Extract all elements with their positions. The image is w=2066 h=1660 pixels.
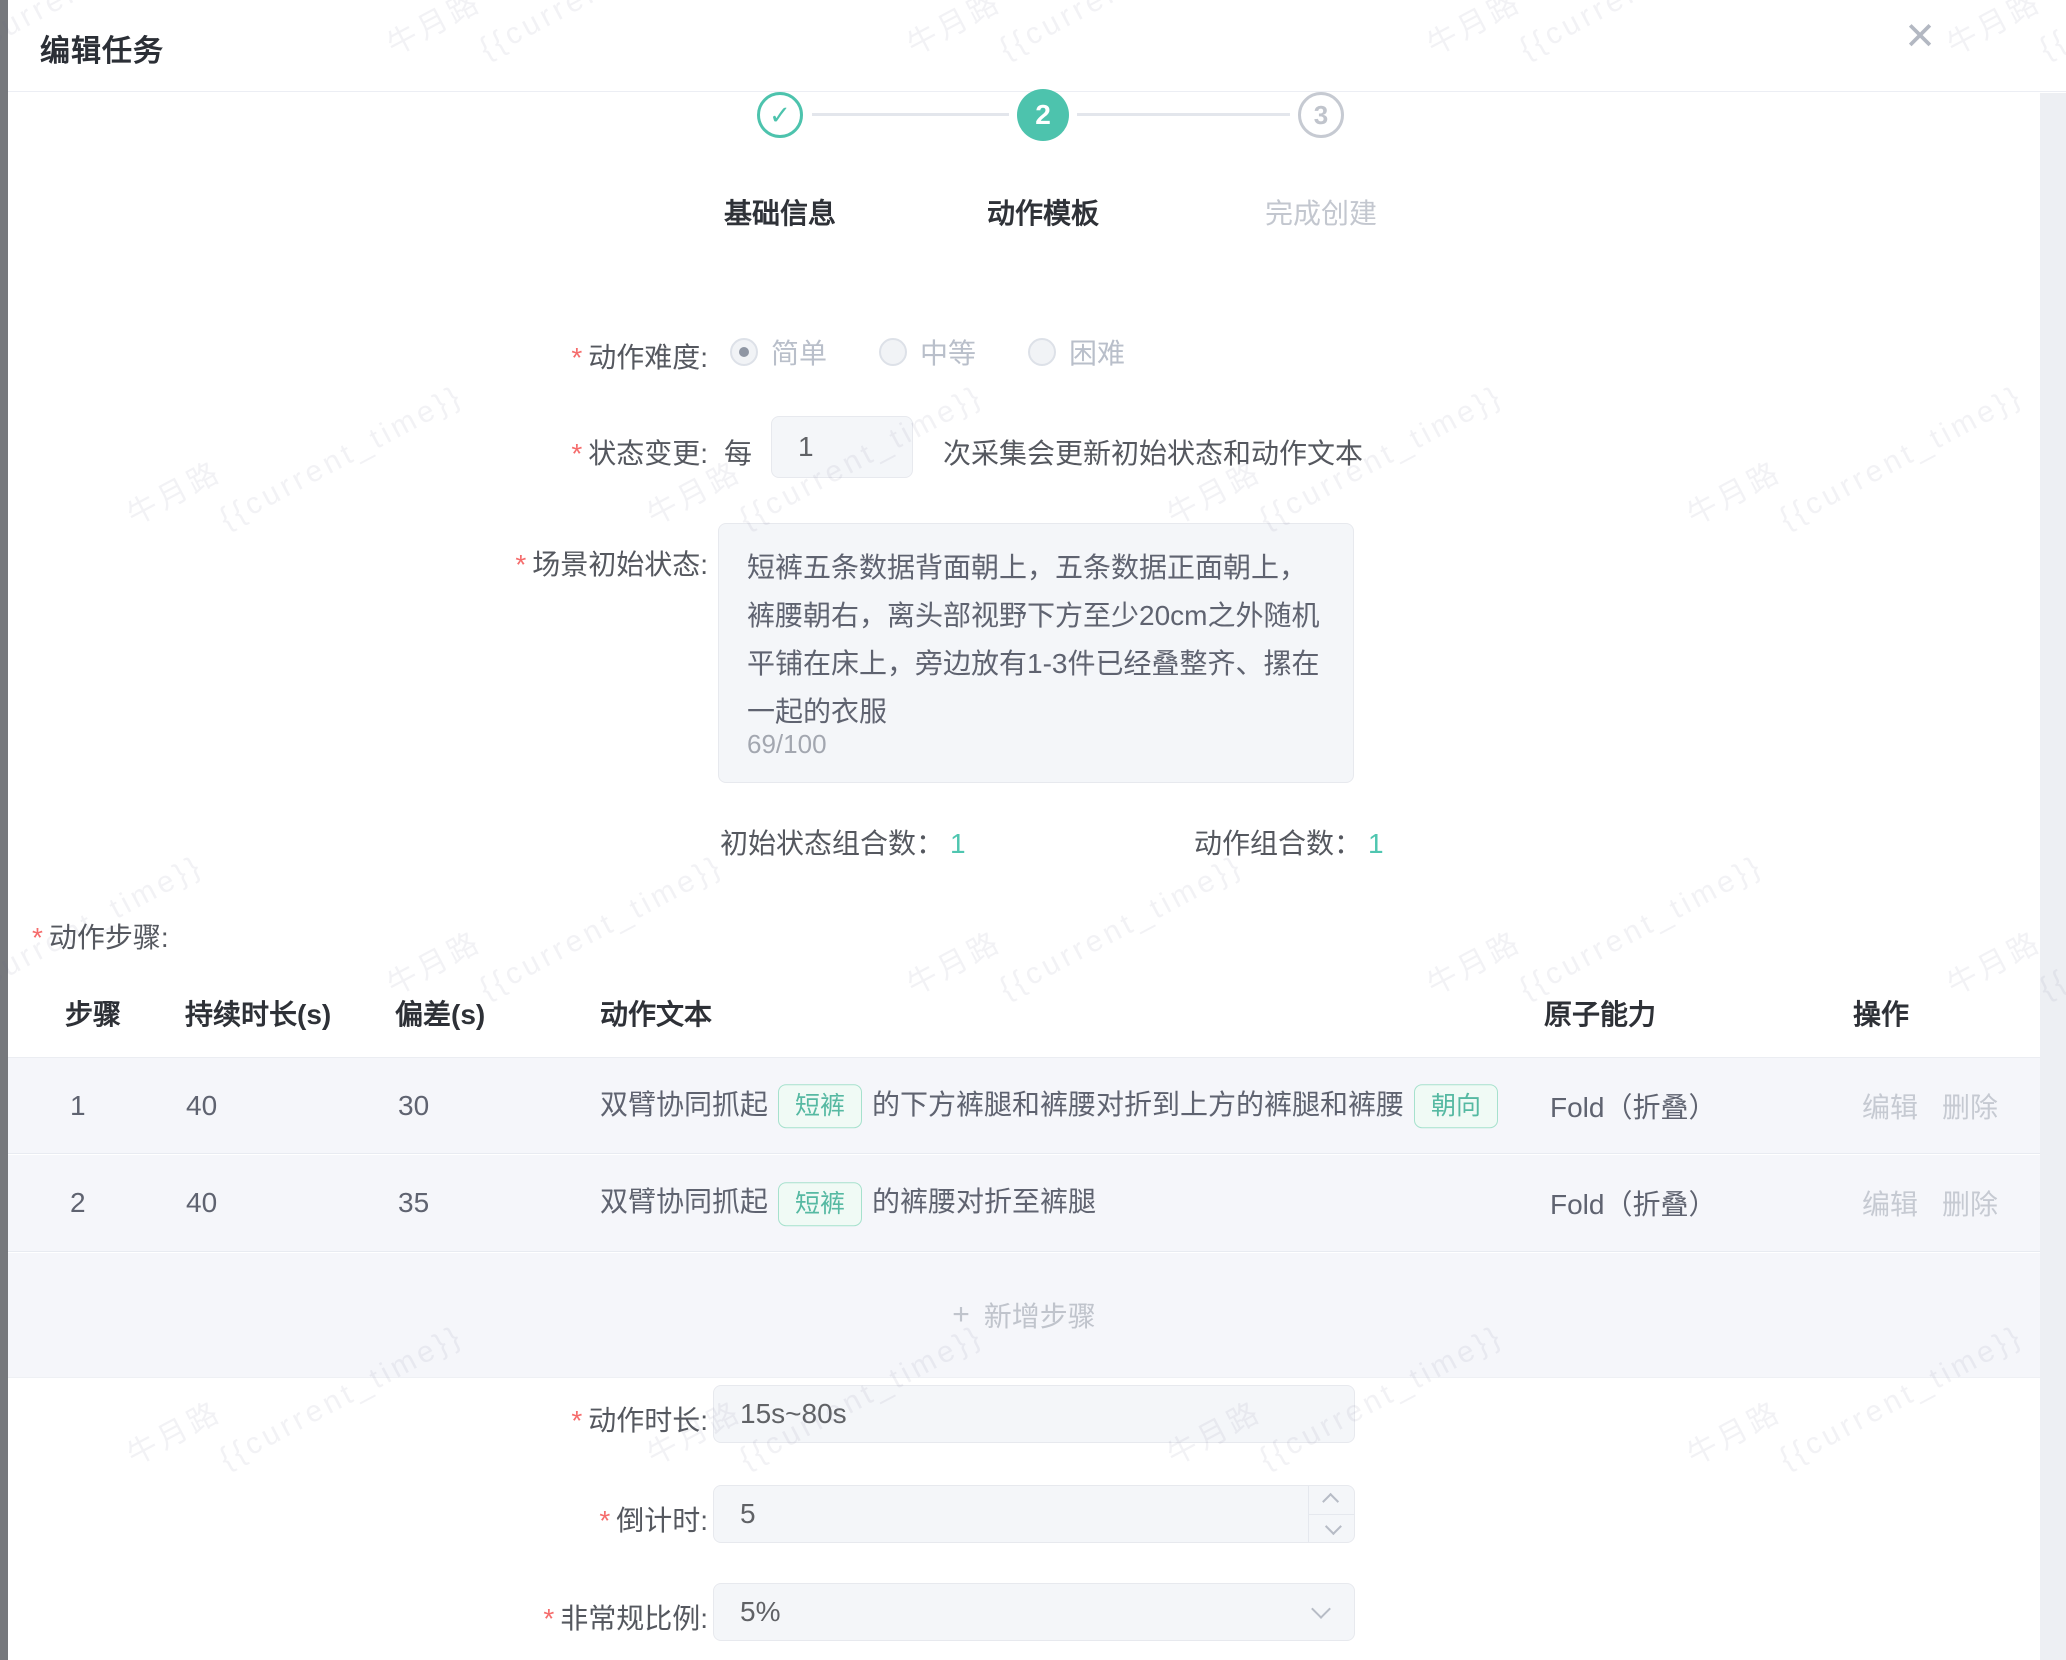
cell-operations: 编辑删除	[1862, 1183, 1998, 1223]
page-right-edge	[2040, 93, 2066, 1660]
chevron-up-icon	[1322, 1493, 1339, 1510]
step-2-label: 动作模板	[987, 192, 1099, 232]
table-header: 步骤 持续时长(s) 偏差(s) 动作文本 原子能力 操作	[8, 985, 2040, 1035]
state-change-input[interactable]: 1	[771, 416, 913, 478]
char-counter: 69/100	[747, 720, 827, 768]
col-deviation: 偏差(s)	[395, 993, 485, 1033]
required-mark: *	[571, 342, 582, 373]
cell-action-text: 双臂协同抓起短裤的裤腰对折至裤腿	[600, 1180, 1096, 1226]
initial-combo-value: 1	[950, 828, 966, 859]
cell-duration: 40	[186, 1090, 217, 1122]
step-indicator: ✓ 2 3 基础信息 动作模板 完成创建	[8, 0, 2040, 240]
orientation-tag: 朝向	[1414, 1084, 1498, 1128]
radio-medium[interactable]: 中等	[879, 332, 976, 372]
required-mark: *	[543, 1603, 554, 1634]
col-duration: 持续时长(s)	[185, 993, 331, 1033]
difficulty-label: *动作难度:	[208, 336, 708, 376]
step-2-circle: 2	[1017, 89, 1069, 141]
initial-state-text: 短裤五条数据背面朝上，五条数据正面朝上，裤腰朝右，离头部视野下方至少20cm之外…	[747, 552, 1319, 727]
step-3-circle: 3	[1298, 92, 1344, 138]
delete-link[interactable]: 删除	[1942, 1189, 1998, 1220]
state-change-prefix: 每	[724, 432, 752, 472]
spinner-up-button[interactable]	[1309, 1486, 1354, 1514]
difficulty-row: *动作难度: 简单 中等 困难	[8, 332, 2040, 372]
table-row: 1 40 30 双臂协同抓起短裤的下方裤腿和裤腰对折到上方的裤腿和裤腰朝向 Fo…	[8, 1057, 2040, 1154]
col-ability: 原子能力	[1544, 993, 1656, 1033]
page-left-edge	[0, 0, 8, 1660]
countdown-input[interactable]: 5	[713, 1485, 1355, 1543]
initial-state-row: *场景初始状态: 短裤五条数据背面朝上，五条数据正面朝上，裤腰朝右，离头部视野下…	[8, 523, 2040, 785]
action-combo-count: 动作组合数：1	[1194, 822, 1384, 862]
col-step: 步骤	[65, 993, 121, 1033]
chevron-down-icon	[1324, 1518, 1341, 1535]
radio-easy-circle[interactable]	[730, 338, 758, 366]
step-3-label: 完成创建	[1265, 192, 1377, 232]
plus-icon: +	[952, 1300, 970, 1330]
action-combo-value: 1	[1368, 828, 1384, 859]
required-mark: *	[32, 922, 43, 953]
required-mark: *	[571, 438, 582, 469]
cell-deviation: 30	[398, 1090, 429, 1122]
countdown-label: *倒计时:	[208, 1499, 708, 1539]
cell-operations: 编辑删除	[1862, 1086, 1998, 1126]
cell-deviation: 35	[398, 1187, 429, 1219]
object-tag: 短裤	[778, 1084, 862, 1128]
spinner-down-button[interactable]	[1309, 1514, 1354, 1543]
required-mark: *	[599, 1505, 610, 1536]
number-spinner	[1308, 1486, 1354, 1542]
step-connector-2	[1077, 113, 1290, 116]
unusual-ratio-row: *非常规比例: 5%	[8, 1583, 2040, 1643]
state-change-suffix: 次采集会更新初始状态和动作文本	[943, 432, 1363, 472]
cell-step: 1	[70, 1090, 86, 1122]
combo-counts-row: 初始状态组合数：1 动作组合数：1	[8, 822, 2040, 862]
radio-hard[interactable]: 困难	[1028, 332, 1125, 372]
state-change-row: *状态变更: 每 1 次采集会更新初始状态和动作文本	[8, 416, 2040, 480]
cell-duration: 40	[186, 1187, 217, 1219]
radio-easy-label: 简单	[771, 332, 827, 372]
add-step-button[interactable]: + 新增步骤	[952, 1295, 1096, 1335]
initial-state-textarea[interactable]: 短裤五条数据背面朝上，五条数据正面朝上，裤腰朝右，离头部视野下方至少20cm之外…	[718, 523, 1354, 783]
required-mark: *	[515, 549, 526, 580]
step-1-label: 基础信息	[724, 192, 836, 232]
chevron-down-icon	[1311, 1599, 1331, 1619]
unusual-ratio-select[interactable]: 5%	[713, 1583, 1355, 1641]
required-mark: *	[571, 1405, 582, 1436]
add-step-band: + 新增步骤	[8, 1253, 2040, 1378]
table-row: 2 40 35 双臂协同抓起短裤的裤腰对折至裤腿 Fold（折叠） 编辑删除	[8, 1155, 2040, 1252]
cell-action-text: 双臂协同抓起短裤的下方裤腿和裤腰对折到上方的裤腿和裤腰朝向	[600, 1083, 1508, 1129]
edit-link[interactable]: 编辑	[1862, 1092, 1918, 1123]
radio-hard-circle[interactable]	[1028, 338, 1056, 366]
col-action-text: 动作文本	[600, 993, 712, 1033]
radio-hard-label: 困难	[1069, 332, 1125, 372]
state-change-label: *状态变更:	[208, 432, 708, 472]
action-duration-row: *动作时长: 15s~80s	[8, 1385, 2040, 1445]
action-duration-input[interactable]: 15s~80s	[713, 1385, 1355, 1443]
delete-link[interactable]: 删除	[1942, 1092, 1998, 1123]
unusual-ratio-label: *非常规比例:	[208, 1597, 708, 1637]
countdown-row: *倒计时: 5	[8, 1485, 2040, 1545]
cell-ability: Fold（折叠）	[1550, 1183, 1716, 1223]
step-connector-1	[812, 113, 1009, 116]
action-steps-label: *动作步骤:	[32, 916, 169, 956]
difficulty-radio-group: 简单 中等 困难	[730, 332, 1125, 372]
edit-link[interactable]: 编辑	[1862, 1189, 1918, 1220]
radio-easy[interactable]: 简单	[730, 332, 827, 372]
col-operations: 操作	[1853, 993, 1909, 1033]
edit-task-dialog: 编辑任务 ✕ ✓ 2 3 基础信息 动作模板 完成创建 *动作难度: 简单 中等…	[0, 0, 2066, 1660]
initial-state-label: *场景初始状态:	[208, 543, 708, 583]
initial-state-combo-count: 初始状态组合数：1	[720, 822, 966, 862]
cell-step: 2	[70, 1187, 86, 1219]
radio-medium-circle[interactable]	[879, 338, 907, 366]
add-step-label: 新增步骤	[984, 1295, 1096, 1335]
object-tag: 短裤	[778, 1182, 862, 1226]
action-duration-label: *动作时长:	[208, 1399, 708, 1439]
radio-medium-label: 中等	[920, 332, 976, 372]
step-1-check-icon: ✓	[757, 92, 803, 138]
cell-ability: Fold（折叠）	[1550, 1086, 1716, 1126]
